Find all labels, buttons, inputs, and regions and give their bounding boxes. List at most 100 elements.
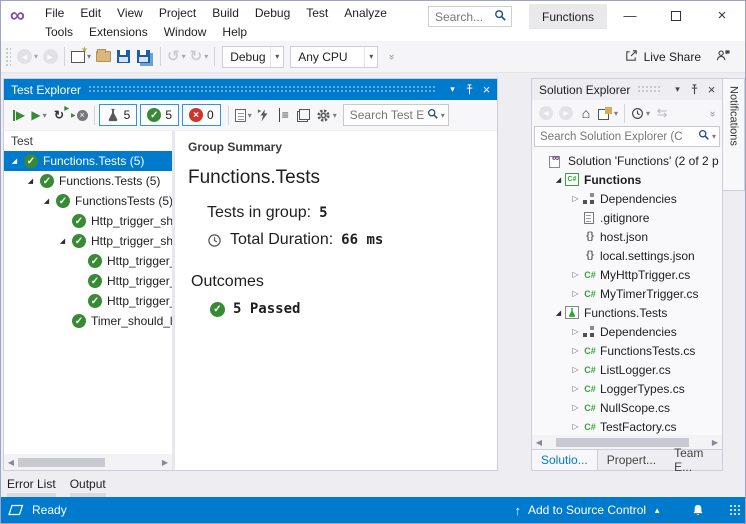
feedback-icon[interactable] — [715, 48, 731, 66]
new-project-button[interactable]: ▾ — [69, 45, 93, 69]
home-button[interactable]: ⌂ — [576, 101, 596, 125]
menu-item-debug[interactable]: Debug — [247, 4, 298, 22]
toolbar-overflow-button[interactable]: » — [381, 45, 401, 69]
scroll-thumb[interactable] — [18, 458, 105, 467]
expander-collapsed-icon[interactable]: ▷ — [569, 194, 582, 203]
tree-item[interactable]: ✓Http_trigger_shoul — [4, 211, 172, 231]
navigate-back-button[interactable]: ◄ — [536, 101, 556, 125]
cancel-button[interactable]: ▶× — [69, 103, 90, 127]
test-tree-column-header[interactable]: Test — [4, 131, 172, 151]
tab-error-list[interactable]: Error List — [7, 473, 56, 499]
tree-item[interactable]: .gitignore — [532, 208, 722, 227]
menu-item-file[interactable]: File — [37, 4, 72, 22]
scroll-left-icon[interactable]: ◀ — [532, 438, 546, 447]
expander-expanded-icon[interactable]: ◢ — [552, 309, 565, 317]
menu-item-extensions[interactable]: Extensions — [81, 23, 156, 41]
menu-item-edit[interactable]: Edit — [72, 4, 109, 22]
add-to-source-control-button[interactable]: ↑ Add to Source Control ▲ — [515, 503, 662, 518]
maximize-button[interactable] — [653, 1, 699, 30]
tree-item[interactable]: ▷Dependencies — [532, 189, 722, 208]
pin-icon[interactable] — [461, 84, 478, 95]
close-icon[interactable]: × — [703, 82, 720, 97]
undo-button[interactable]: ↺▾ — [165, 45, 188, 69]
tab-team-explorer[interactable]: Team E... — [665, 450, 722, 470]
sync-with-active-document-button[interactable]: ⇆ — [652, 101, 672, 125]
solution-explorer-title-bar[interactable]: Solution Explorer ▾ × — [532, 79, 722, 100]
expander-collapsed-icon[interactable]: ▷ — [569, 384, 582, 393]
expander-collapsed-icon[interactable]: ▷ — [569, 289, 582, 298]
failed-tests-filter-button[interactable]: × 0 — [182, 104, 221, 126]
expander-expanded-icon[interactable]: ◢ — [8, 157, 21, 165]
expander-collapsed-icon[interactable]: ▷ — [569, 403, 582, 412]
expander-expanded-icon[interactable]: ◢ — [40, 197, 53, 205]
expander-expanded-icon[interactable]: ◢ — [56, 237, 69, 245]
tree-item[interactable]: ✓Http_trigger_sho — [4, 251, 172, 271]
playlist-button[interactable]: ▾ — [233, 103, 254, 127]
tree-item[interactable]: ▷C#TestFactory.cs — [532, 417, 722, 435]
solution-explorer-search-box[interactable]: Search Solution Explorer (C ▾ — [534, 126, 720, 147]
show-test-detail-button[interactable] — [294, 103, 314, 127]
tree-item[interactable]: {}local.settings.json — [532, 246, 722, 265]
tree-item[interactable]: ▷C#MyHttpTrigger.cs — [532, 265, 722, 284]
tree-item[interactable]: ◢C#Functions — [532, 170, 722, 189]
navigate-forward-button[interactable]: ► — [556, 101, 576, 125]
passed-tests-filter-button[interactable]: ✓ 5 — [140, 104, 179, 126]
menu-item-tools[interactable]: Tools — [37, 23, 81, 41]
group-by-button[interactable]: ≡ — [274, 103, 294, 127]
test-explorer-title-bar[interactable]: Test Explorer ▾ × — [4, 79, 497, 100]
menu-item-window[interactable]: Window — [156, 23, 215, 41]
pin-icon[interactable] — [686, 84, 703, 95]
menu-item-test[interactable]: Test — [298, 4, 336, 22]
tree-item[interactable]: ▷C#NullScope.cs — [532, 398, 722, 417]
scroll-left-icon[interactable]: ◀ — [4, 458, 18, 467]
tree-item[interactable]: ◢✓Functions.Tests (5) — [4, 171, 172, 191]
expander-collapsed-icon[interactable]: ▷ — [569, 327, 582, 336]
scroll-thumb[interactable] — [556, 438, 689, 447]
test-explorer-search-box[interactable]: Search Test E ▾ — [343, 104, 449, 126]
save-button[interactable] — [113, 45, 133, 69]
run-all-tests-button[interactable]: ▶ — [9, 103, 29, 127]
tree-item[interactable]: ◢✓FunctionsTests (5) — [4, 191, 172, 211]
tree-item[interactable]: ▷C#FunctionsTests.cs — [532, 341, 722, 360]
notifications-tab[interactable]: Notifications — [722, 78, 745, 191]
close-icon[interactable]: × — [478, 82, 495, 97]
expander-collapsed-icon[interactable]: ▷ — [569, 365, 582, 374]
navigate-forward-button[interactable]: ► — [40, 45, 60, 69]
close-button[interactable]: × — [699, 1, 745, 30]
tree-item[interactable]: ▷Dependencies — [532, 322, 722, 341]
tree-item[interactable]: ✓Timer_should_log_ — [4, 311, 172, 331]
bell-icon[interactable] — [691, 503, 705, 518]
expander-collapsed-icon[interactable]: ▷ — [569, 422, 582, 431]
toolbar-overflow-button[interactable]: » — [702, 101, 722, 125]
solution-platform-dropdown[interactable]: Any CPU ▾ — [290, 46, 378, 68]
menu-item-help[interactable]: Help — [214, 23, 255, 41]
tree-item[interactable]: ▷C#LoggerTypes.cs — [532, 379, 722, 398]
navigate-back-button[interactable]: ◄▾ — [15, 45, 40, 69]
menu-item-build[interactable]: Build — [204, 4, 247, 22]
tree-item[interactable]: ◢Functions.Tests — [532, 303, 722, 322]
tree-item[interactable]: ◢✓Http_trigger_shoul — [4, 231, 172, 251]
toolbar-grip[interactable] — [5, 47, 11, 67]
horizontal-scrollbar[interactable]: ◀ ▶ — [4, 454, 172, 470]
expander-expanded-icon[interactable]: ◢ — [24, 177, 37, 185]
run-tests-after-build-button[interactable] — [254, 103, 274, 127]
tab-solution-explorer[interactable]: Solutio... — [532, 450, 598, 470]
menu-item-project[interactable]: Project — [151, 4, 204, 22]
solution-configuration-dropdown[interactable]: Debug ▾ — [222, 46, 284, 68]
tree-item[interactable]: ✓Http_trigger_sho — [4, 271, 172, 291]
pending-changes-filter-button[interactable]: ▾ — [629, 101, 652, 125]
total-tests-filter-button[interactable]: 5 — [99, 104, 138, 126]
redo-button[interactable]: ↻▾ — [188, 45, 211, 69]
window-position-icon[interactable]: ▾ — [444, 84, 461, 95]
quick-launch-search[interactable]: Search... — [428, 6, 512, 27]
live-share-button[interactable]: Live Share — [624, 48, 715, 66]
tree-item[interactable]: ▷C#ListLogger.cs — [532, 360, 722, 379]
tab-output[interactable]: Output — [70, 473, 106, 499]
run-button[interactable]: ▶▾ — [29, 103, 49, 127]
tab-properties[interactable]: Propert... — [598, 450, 665, 470]
open-file-button[interactable] — [93, 45, 113, 69]
tree-item[interactable]: ▷C#MyTimerTrigger.cs — [532, 284, 722, 303]
window-position-icon[interactable]: ▾ — [669, 84, 686, 95]
switch-views-button[interactable]: ▾ — [596, 101, 620, 125]
scroll-right-icon[interactable]: ▶ — [158, 458, 172, 467]
